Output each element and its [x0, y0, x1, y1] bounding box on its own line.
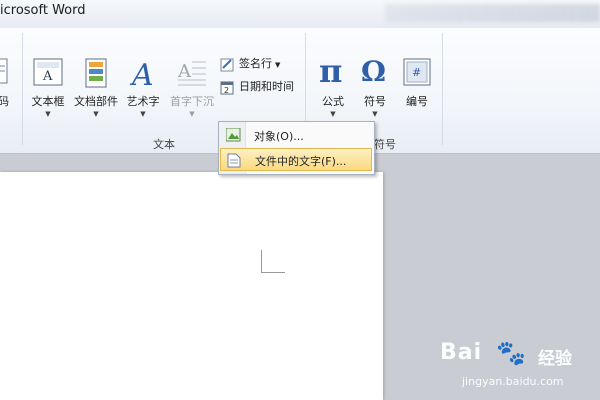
chevron-down-icon: ▼	[275, 61, 281, 69]
symbol-group-label: 符号	[374, 138, 396, 151]
watermark-brand2: 经验	[538, 349, 572, 369]
svg-text:2: 2	[224, 86, 229, 95]
menu-item-text-from-file[interactable]: 文件中的文字(F)...	[220, 148, 372, 171]
number-label: 编号	[406, 95, 428, 108]
watermark-url: jingyan.baidu.com	[462, 375, 564, 388]
svg-text:A: A	[42, 69, 53, 84]
dropcap-button[interactable]: A 首字下沉 ▼	[166, 28, 218, 126]
blurred-ribbon-tabs	[385, 4, 600, 22]
chevron-down-icon: ▼	[140, 110, 146, 118]
datetime-button[interactable]: 2 日期和时间	[220, 78, 294, 96]
chevron-down-icon: ▼	[189, 110, 195, 118]
text-group-label: 文本	[153, 138, 175, 151]
menu-item-label: 文件中的文字(F)...	[255, 155, 347, 168]
svg-text:#: #	[412, 66, 421, 79]
signature-icon	[220, 57, 235, 72]
menu-item-label: 对象(O)...	[254, 130, 304, 143]
textbox-button[interactable]: A 文本框 ▼	[22, 28, 74, 126]
chevron-down-icon: ▼	[45, 110, 51, 118]
calendar-icon: 2	[220, 80, 235, 95]
menu-item-object[interactable]: 对象(O)...	[220, 124, 372, 147]
number-icon: #	[403, 58, 431, 90]
svg-text:Ω: Ω	[361, 55, 386, 86]
wordart-button[interactable]: A 艺术字 ▼	[117, 28, 169, 126]
truncated-button[interactable]: 码	[0, 28, 10, 126]
wordart-label: 艺术字	[126, 95, 160, 108]
dropcap-icon: A	[177, 58, 207, 90]
text-from-file-icon	[227, 153, 241, 171]
signature-line-button[interactable]: 签名行 ▼	[220, 55, 280, 73]
title-bar: icrosoft Word	[0, 0, 600, 28]
page-icon	[0, 58, 9, 88]
omega-icon: Ω	[360, 54, 390, 90]
svg-text:A: A	[129, 58, 154, 88]
insert-object-icon	[225, 127, 241, 145]
quickparts-button[interactable]: 文档部件 ▼	[70, 28, 122, 126]
signature-label: 签名行	[239, 57, 272, 70]
object-dropdown-menu: 对象(O)... 文件中的文字(F)...	[218, 121, 375, 175]
paw-icon: 🐾	[496, 339, 526, 367]
number-button[interactable]: # 编号	[391, 28, 443, 126]
dropcap-label: 首字下沉	[170, 95, 214, 108]
quickparts-label: 文档部件	[74, 95, 118, 108]
svg-text:π: π	[319, 54, 342, 86]
watermark-brand: Bai	[440, 340, 483, 365]
document-page[interactable]	[0, 172, 383, 400]
quickparts-icon	[85, 58, 107, 92]
wordart-icon: A	[129, 58, 157, 93]
window-title: icrosoft Word	[0, 3, 86, 18]
truncated-label: 码	[0, 95, 9, 108]
baidu-jingyan-watermark: Bai 🐾 经验 jingyan.baidu.com	[440, 335, 600, 395]
margin-corner-mark	[261, 250, 285, 273]
group-separator	[442, 33, 443, 145]
datetime-label: 日期和时间	[239, 80, 294, 93]
textbox-label: 文本框	[31, 95, 65, 108]
pi-icon: π	[318, 52, 348, 90]
svg-text:A: A	[177, 61, 192, 82]
textbox-icon: A	[33, 58, 63, 90]
chevron-down-icon: ▼	[93, 110, 99, 118]
